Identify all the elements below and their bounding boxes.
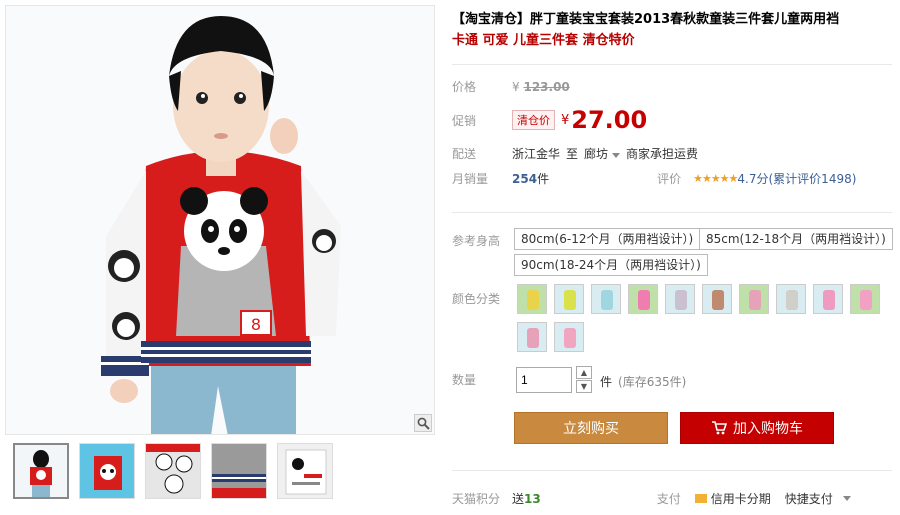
buy-now-button[interactable]: 立刻购买: [514, 412, 668, 444]
price-label: 价格: [452, 80, 477, 94]
chevron-down-icon: [612, 153, 621, 158]
shipping-fee-note: 商家承担运费: [626, 147, 699, 161]
sales-row: 月销量 254 件 评价 ★★★★★ 4.7分 (累计评价1498): [452, 170, 856, 187]
ship-to-word: 至: [566, 147, 579, 161]
chevron-down-icon[interactable]: [842, 496, 851, 501]
quantity-input[interactable]: [516, 367, 572, 393]
color-swatch-9[interactable]: [813, 284, 843, 314]
product-page: 8 【淘宝清仓】胖丁童装宝宝套装2013春秋款童装三件套儿童两用裆 卡通 可爱 …: [0, 0, 900, 515]
add-to-cart-label: 加入购物车: [733, 421, 803, 437]
quantity-label: 数量: [452, 373, 477, 387]
child-outfit-illustration: 8: [6, 6, 434, 434]
color-label-row: 颜色分类: [452, 290, 512, 307]
outfit-preview-icon: [860, 290, 872, 310]
thumbnail-3[interactable]: [145, 443, 201, 499]
color-swatch-3[interactable]: [591, 284, 621, 314]
outfit-preview-icon: [638, 290, 650, 310]
color-swatch-11[interactable]: [517, 322, 547, 352]
points-value: 13: [524, 491, 541, 506]
magnifier-zoom-icon[interactable]: [414, 414, 432, 432]
product-title: 【淘宝清仓】胖丁童装宝宝套装2013春秋款童装三件套儿童两用裆: [452, 12, 840, 27]
credit-card-icon: [694, 494, 707, 503]
size-option-85[interactable]: 85cm(12-18个月（两用裆设计）): [699, 228, 893, 250]
divider: [452, 64, 892, 65]
promo-label: 促销: [452, 113, 477, 128]
main-product-photo[interactable]: 8: [5, 5, 435, 435]
color-swatch-1[interactable]: [517, 284, 547, 314]
thumbnail-5[interactable]: [277, 443, 333, 499]
outfit-preview-icon: [675, 290, 687, 310]
outfit-preview-icon: [712, 290, 724, 310]
stock-count: (库存635件): [618, 375, 687, 389]
monthly-sales-label: 月销量: [452, 172, 489, 186]
payment-label: 支付: [656, 492, 681, 506]
credit-installment-link[interactable]: 信用卡分期: [711, 490, 771, 507]
ship-to-select[interactable]: 廊坊: [584, 145, 626, 162]
shopping-cart-icon: [712, 421, 727, 435]
rating-stars-icon: ★★★★★: [693, 172, 738, 185]
outfit-preview-icon: [527, 290, 539, 310]
shipping-row: 配送 浙江金华 至 廊坊 商家承担运费: [452, 145, 698, 162]
promo-price: 27.00: [571, 106, 648, 134]
divider: [452, 470, 892, 471]
quantity-row: 数量: [452, 371, 512, 388]
quantity-up-button[interactable]: ▲: [576, 366, 592, 379]
footer-row: 天猫积分 送 13 支付 信用卡分期 快捷支付: [452, 490, 857, 507]
rating-score: 4.7分: [737, 172, 769, 186]
original-price: ¥ 123.00: [512, 80, 570, 94]
points-label: 天猫积分: [452, 492, 501, 506]
ship-to-city: 廊坊: [584, 147, 609, 161]
thumbnail-4[interactable]: [211, 443, 267, 499]
svg-text:8: 8: [251, 315, 261, 334]
outfit-preview-icon: [823, 290, 835, 310]
color-swatch-10[interactable]: [850, 284, 880, 314]
promo-price-row: 促销 清仓价 ¥ 27.00: [452, 106, 647, 134]
quick-pay-link[interactable]: 快捷支付: [785, 490, 833, 507]
color-swatch-7[interactable]: [739, 284, 769, 314]
quantity-down-button[interactable]: ▼: [576, 380, 592, 393]
thumbnail-2[interactable]: [79, 443, 135, 499]
original-price-row: 价格 ¥ 123.00: [452, 78, 570, 95]
shipping-label: 配送: [452, 147, 477, 161]
outfit-preview-icon: [564, 290, 576, 310]
color-swatch-8[interactable]: [776, 284, 806, 314]
currency-symbol: ¥: [512, 79, 520, 94]
outfit-preview-icon: [527, 328, 539, 348]
color-label: 颜色分类: [452, 292, 501, 306]
color-swatch-6[interactable]: [702, 284, 732, 314]
promo-currency: ¥: [561, 112, 570, 128]
size-label-row: 参考身高: [452, 232, 512, 249]
color-swatch-5[interactable]: [665, 284, 695, 314]
ship-from: 浙江金华: [512, 147, 561, 161]
outfit-preview-icon: [786, 290, 798, 310]
divider: [452, 212, 892, 213]
original-price-value: 123.00: [523, 79, 570, 94]
outfit-preview-icon: [749, 290, 761, 310]
size-option-80[interactable]: 80cm(6-12个月（两用裆设计）): [514, 228, 701, 250]
review-label: 评价: [657, 172, 682, 186]
quantity-unit: 件: [600, 375, 613, 389]
color-swatch-12[interactable]: [554, 322, 584, 352]
outfit-preview-icon: [601, 290, 613, 310]
product-title-block: 【淘宝清仓】胖丁童装宝宝套装2013春秋款童装三件套儿童两用裆 卡通 可爱 儿童…: [452, 10, 892, 52]
monthly-sales-count: 254: [512, 171, 538, 186]
size-option-90[interactable]: 90cm(18-24个月（两用裆设计）): [514, 254, 708, 276]
image-gallery: 8: [5, 5, 435, 515]
points-prefix: 送: [512, 492, 525, 506]
color-swatch-4[interactable]: [628, 284, 658, 314]
product-subtitle: 卡通 可爱 儿童三件套 清仓特价: [452, 33, 635, 48]
thumbnail-1[interactable]: [13, 443, 69, 499]
size-label: 参考身高: [452, 234, 501, 248]
sales-unit: 件: [537, 172, 550, 186]
clearance-badge: 清仓价: [512, 110, 555, 130]
outfit-preview-icon: [564, 328, 576, 348]
thumbnail-strip: [13, 443, 333, 499]
stock-info: 件 (库存635件): [600, 373, 686, 390]
add-to-cart-button[interactable]: 加入购物车: [680, 412, 834, 444]
color-swatch-2[interactable]: [554, 284, 584, 314]
total-reviews-link[interactable]: (累计评价1498): [769, 170, 857, 187]
